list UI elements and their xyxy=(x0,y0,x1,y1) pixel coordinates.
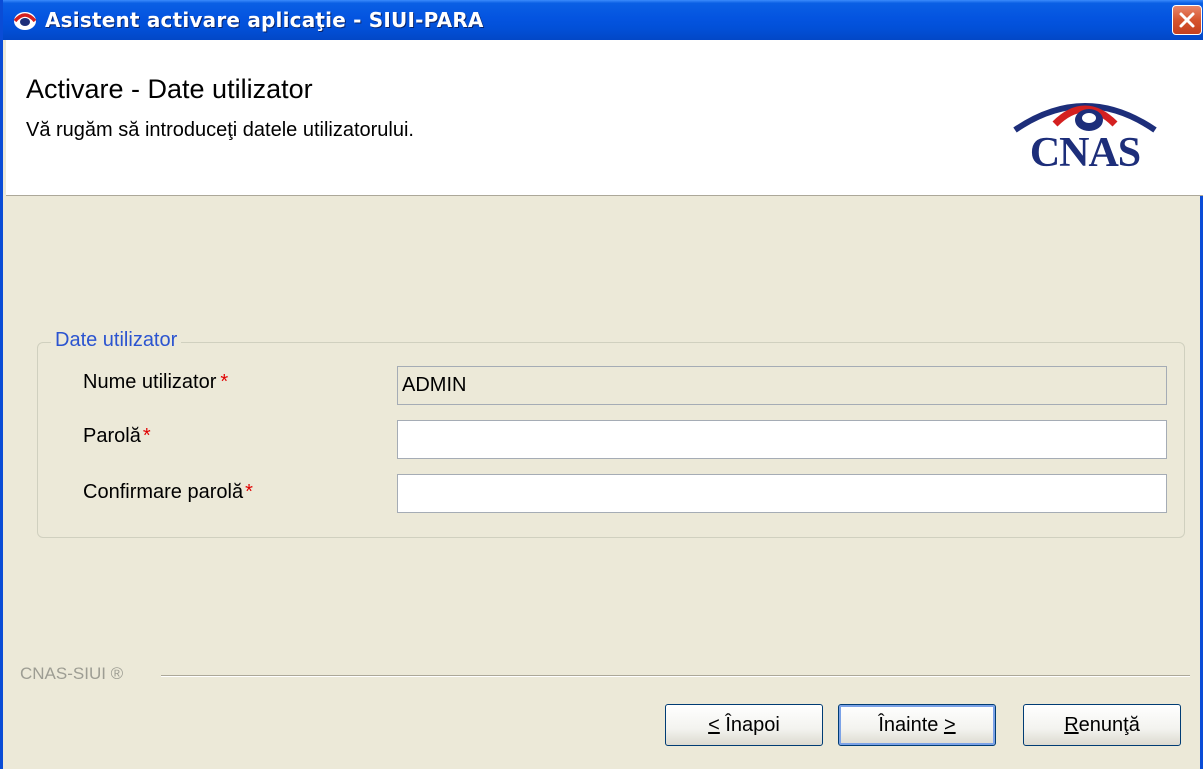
required-mark: * xyxy=(142,425,151,447)
password-field[interactable] xyxy=(397,420,1167,459)
footer-divider xyxy=(161,675,1190,677)
window-title: Asistent activare aplicaţie - SIUI-PARA xyxy=(45,8,484,32)
cnas-logo-mark-icon xyxy=(1013,103,1157,133)
close-button[interactable] xyxy=(1172,5,1202,35)
user-data-group: Date utilizator Nume utilizator* Parolă*… xyxy=(37,329,1185,538)
confirm-password-label: Confirmare parolă * xyxy=(83,481,253,503)
app-logo-icon xyxy=(13,9,37,31)
wizard-window: Asistent activare aplicaţie - SIUI-PARA … xyxy=(0,0,1203,769)
required-mark: * xyxy=(245,481,253,503)
required-mark: * xyxy=(220,371,229,393)
page-subtitle: Vă rugăm să introduceţi datele utilizato… xyxy=(26,119,414,141)
wizard-header: Activare - Date utilizator Vă rugăm să i… xyxy=(6,40,1203,196)
cnas-logo: CNAS xyxy=(1005,86,1165,174)
password-label: Parolă * xyxy=(83,425,151,447)
cancel-button[interactable]: Renunţă xyxy=(1023,704,1181,746)
group-legend: Date utilizator xyxy=(51,329,182,352)
logo-text: CNAS xyxy=(1029,130,1141,176)
username-label: Nume utilizator * xyxy=(83,371,229,393)
next-button[interactable]: Înainte > xyxy=(838,704,996,746)
back-button[interactable]: < Înapoi xyxy=(665,704,823,746)
page-title: Activare - Date utilizator xyxy=(26,74,313,104)
footer-brand: CNAS-SIUI ® xyxy=(20,664,124,683)
title-bar[interactable]: Asistent activare aplicaţie - SIUI-PARA xyxy=(3,0,1203,40)
confirm-password-field[interactable] xyxy=(397,474,1167,513)
username-field[interactable] xyxy=(397,366,1167,405)
